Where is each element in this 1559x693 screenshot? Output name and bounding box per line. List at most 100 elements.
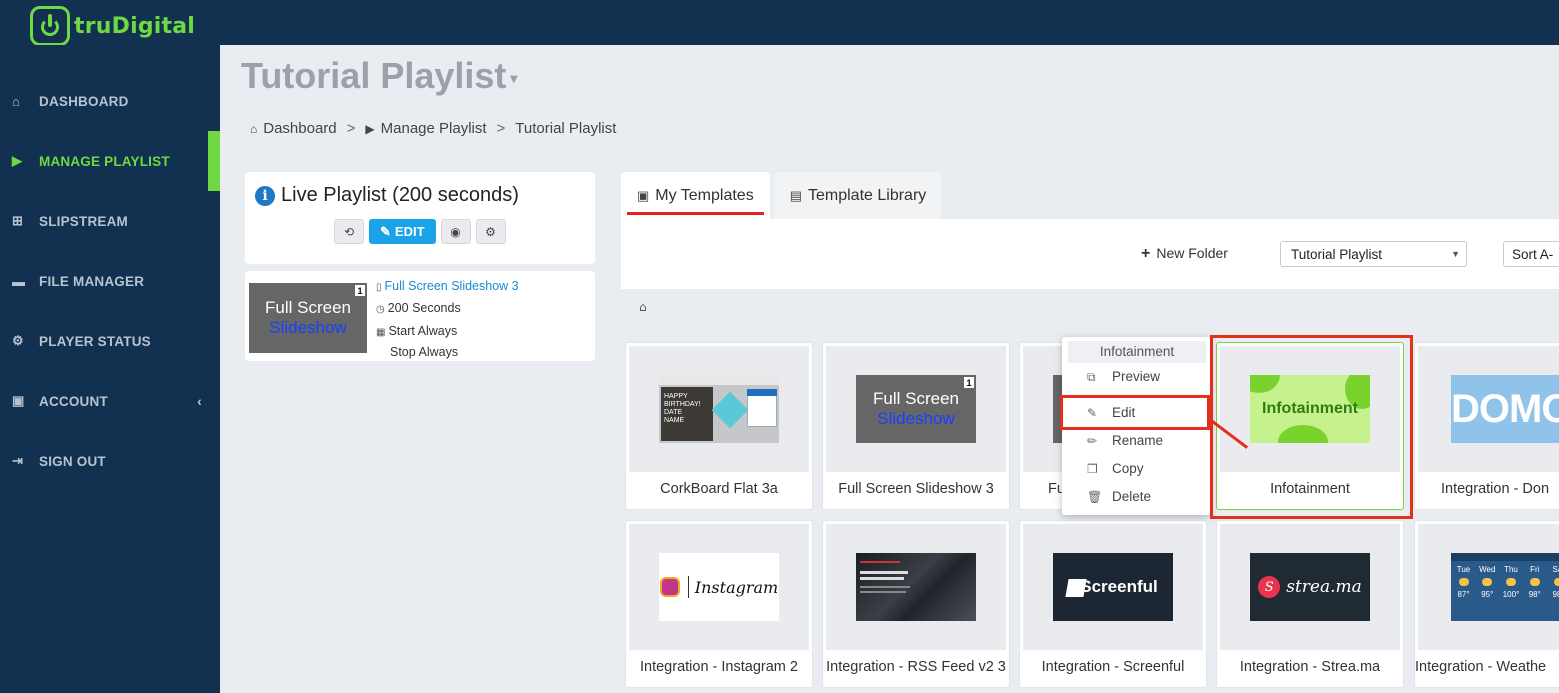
thumb-line2: Slideshow (269, 318, 347, 337)
context-menu-preview[interactable]: ⧉ Preview (1087, 367, 1160, 387)
template-card-streama[interactable]: S strea.ma Integration - Strea.ma (1216, 520, 1404, 688)
new-folder-button[interactable]: + New Folder (1141, 245, 1228, 263)
page-title-text: Tutorial Playlist (241, 55, 507, 96)
template-thumbnail: Screenful (1053, 553, 1173, 621)
context-menu-delete[interactable]: 🗑 Delete (1087, 487, 1151, 507)
playlist-item[interactable]: Full Screen Slideshow 1 ▯ Full Screen Sli… (245, 271, 595, 361)
sidebar-item-manage-playlist[interactable]: ▶ MANAGE PLAYLIST (0, 131, 220, 191)
folder-select[interactable]: Tutorial Playlist ▼ (1280, 241, 1467, 267)
page-title[interactable]: Tutorial Playlist ▾ (241, 55, 517, 97)
playlist-item-name[interactable]: Full Screen Slideshow 3 (385, 279, 519, 293)
logo[interactable]: truDigital (30, 6, 195, 46)
template-card-full-screen-slideshow[interactable]: Full Screen Slideshow 1 Full Screen Slid… (822, 342, 1010, 510)
template-thumbnail-area: Full Screen Slideshow 1 (826, 346, 1006, 472)
playlist-item-stop: Stop Always (390, 345, 459, 359)
preview-button[interactable]: ◉ (440, 219, 471, 244)
streama-logo-icon: S (1258, 576, 1281, 598)
new-folder-label: New Folder (1156, 245, 1228, 261)
breadcrumb-current: Tutorial Playlist (515, 120, 617, 137)
template-thumbnail-area (826, 524, 1006, 650)
plus-icon: + (1141, 245, 1151, 262)
weather-temp: 98° (1528, 590, 1541, 599)
menu-item-label: Rename (1112, 433, 1164, 448)
info-icon: i (255, 185, 275, 206)
breadcrumb: ⌂ Dashboard > ▶ Manage Playlist > Tutori… (250, 120, 616, 137)
sort-select[interactable]: Sort A- (1503, 241, 1559, 267)
settings-button[interactable]: ⚙ (475, 219, 506, 244)
template-card-label: Integration - Screenful (1041, 659, 1185, 675)
tab-label: My Templates (655, 186, 754, 204)
sidebar-item-label: MANAGE PLAYLIST (39, 153, 170, 169)
live-playlist-title-text: Live Playlist (200 seconds) (281, 184, 519, 206)
template-card-integration-domo[interactable]: DOMO Integration - Don (1414, 342, 1559, 510)
folder-home-icon[interactable]: ⌂ (639, 300, 647, 314)
template-thumbnail: Tue 87° Wed 95° Thu 100° Fri 98° Sat 98° (1451, 553, 1559, 621)
sidebar-item-file-manager[interactable]: ▬ FILE MANAGER (0, 251, 220, 311)
context-menu-header: Infotainment (1068, 341, 1206, 363)
sidebar-item-account[interactable]: ▣ ACCOUNT ‹ (0, 371, 220, 431)
tab-template-library[interactable]: ▤ Template Library (773, 172, 943, 219)
breadcrumb-separator: > (346, 120, 356, 137)
sidebar-item-sign-out[interactable]: ⇥ SIGN OUT (0, 431, 220, 491)
weather-day: Tue (1456, 565, 1471, 574)
thumb-text: HAPPY (664, 393, 688, 400)
chevron-left-icon: ‹ (197, 393, 202, 409)
breadcrumb-separator: > (496, 120, 506, 137)
template-card-instagram[interactable]: Instagram Integration - Instagram 2 (625, 520, 813, 688)
weather-temp: 87° (1457, 590, 1470, 599)
power-icon (30, 6, 70, 46)
template-card-weather[interactable]: Tue 87° Wed 95° Thu 100° Fri 98° Sat 98° Inte… (1414, 520, 1559, 688)
eye-icon: ◉ (450, 224, 461, 239)
weather-temp: 98° (1552, 590, 1559, 599)
template-thumbnail (856, 553, 976, 621)
play-icon: ▶ (12, 153, 23, 168)
edit-button[interactable]: ✎ EDIT (369, 219, 436, 244)
thumb-text: Instagram (694, 577, 779, 597)
sidebar-item-label: SIGN OUT (39, 453, 106, 469)
thumb-text: strea.ma (1286, 577, 1362, 597)
weather-day: Thu (1504, 565, 1518, 574)
sun-cloud-icon (1482, 578, 1493, 586)
weather-day: Wed (1479, 565, 1496, 574)
breadcrumb-manage-playlist[interactable]: Manage Playlist (381, 120, 487, 137)
home-icon: ⌂ (12, 93, 21, 109)
sidebar-item-dashboard[interactable]: ⌂ DASHBOARD (0, 71, 220, 131)
template-card-label: Integration - Instagram 2 (640, 659, 798, 675)
folder-select-value: Tutorial Playlist (1291, 246, 1383, 262)
template-card-corkboard[interactable]: HAPPY BIRTHDAY! DATE NAME CorkBoard Flat… (625, 342, 813, 510)
sort-select-value: Sort A- (1512, 246, 1554, 262)
sun-cloud-icon (1506, 578, 1516, 586)
thumb-line1: Full Screen (265, 298, 351, 317)
logo-text: truDigital (74, 13, 196, 39)
menu-item-label: Copy (1112, 461, 1144, 476)
external-link-icon: ⧉ (1087, 370, 1096, 384)
sidebar-item-player-status[interactable]: ⚙ PLAYER STATUS (0, 311, 220, 371)
templates-toolbar: + New Folder Tutorial Playlist ▼ Sort A- (621, 219, 1559, 289)
thumb-line2: Slideshow (877, 409, 955, 428)
template-thumbnail: S strea.ma (1250, 553, 1370, 621)
calendar-icon: ▦ (376, 327, 386, 338)
sidebar-item-slipstream[interactable]: ⊞ SLIPSTREAM (0, 191, 220, 251)
template-tabs: ▣ My Templates ▤ Template Library (621, 172, 943, 219)
active-indicator (208, 131, 220, 191)
slide-count-badge: 1 (964, 377, 974, 388)
context-menu-rename[interactable]: ✏ Rename (1087, 431, 1164, 451)
highlight-box-edit (1060, 395, 1210, 430)
thumb-text: Screenful (1080, 577, 1158, 596)
sun-cloud-icon (1529, 578, 1540, 586)
context-menu-copy[interactable]: ❐ Copy (1087, 459, 1144, 479)
instagram-icon (659, 577, 680, 597)
thumb-line1: Full Screen (873, 389, 959, 408)
tab-my-templates[interactable]: ▣ My Templates (621, 172, 770, 219)
breadcrumb-dashboard[interactable]: Dashboard (263, 120, 336, 137)
pencil-icon: ✏ (1087, 434, 1098, 448)
play-icon: ▶ (365, 121, 375, 136)
template-card-screenful[interactable]: Screenful Integration - Screenful (1019, 520, 1207, 688)
playlist-item-thumbnail: Full Screen Slideshow 1 (249, 283, 367, 353)
template-card-rss-feed[interactable]: Integration - RSS Feed v2 3 (822, 520, 1010, 688)
sun-cloud-icon (1553, 578, 1559, 586)
back-button[interactable]: ⟲ (334, 219, 364, 244)
edit-icon: ✎ (380, 223, 391, 239)
thumb-text: DATE (664, 409, 683, 416)
gears-icon: ⚙ (12, 333, 24, 348)
